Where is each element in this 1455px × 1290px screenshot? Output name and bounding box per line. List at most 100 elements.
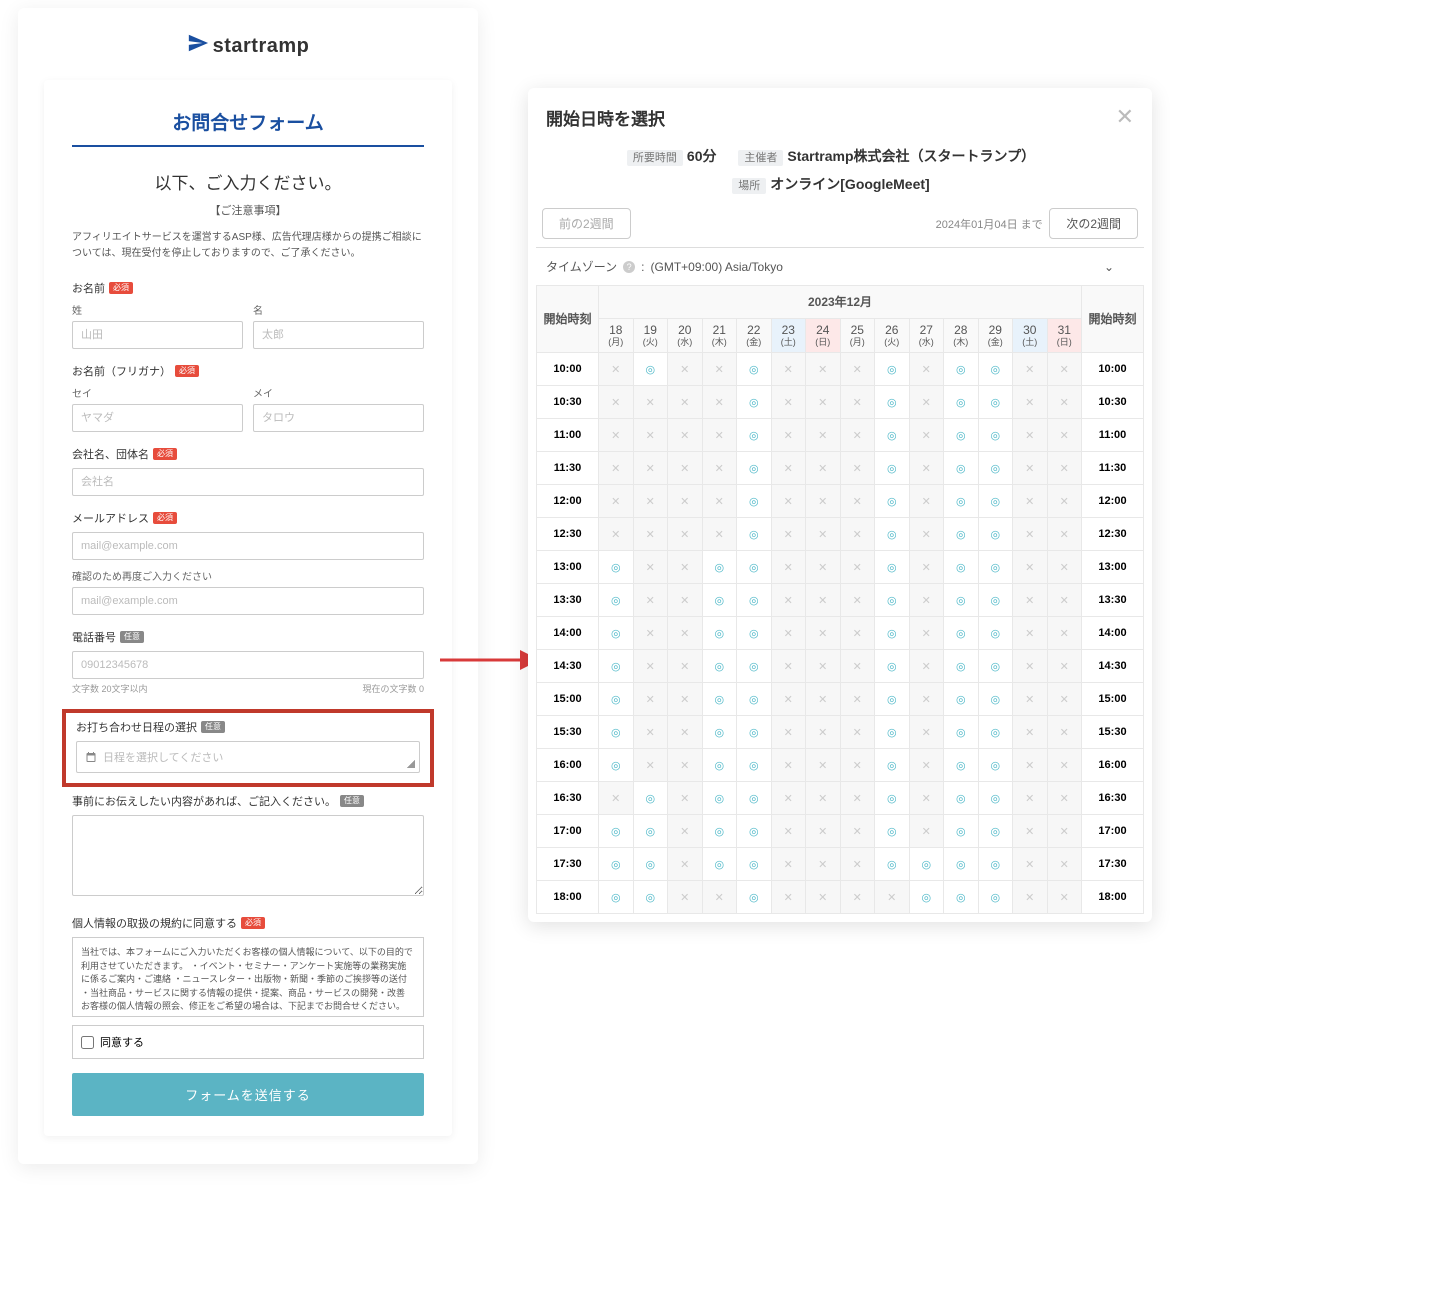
slot-available[interactable]: ◎ <box>702 551 737 584</box>
slot-available[interactable]: ◎ <box>944 815 979 848</box>
slot-available[interactable]: ◎ <box>702 683 737 716</box>
email-confirm-input[interactable] <box>72 587 424 615</box>
slot-available[interactable]: ◎ <box>599 749 634 782</box>
slot-available[interactable]: ◎ <box>978 485 1013 518</box>
date-picker-input[interactable]: 日程を選択してください <box>76 741 420 773</box>
submit-button[interactable]: フォームを送信する <box>72 1073 424 1116</box>
firstname-input[interactable] <box>253 321 424 349</box>
slot-available[interactable]: ◎ <box>702 650 737 683</box>
slot-available[interactable]: ◎ <box>875 716 910 749</box>
slot-available[interactable]: ◎ <box>875 848 910 881</box>
slot-available[interactable]: ◎ <box>875 815 910 848</box>
slot-available[interactable]: ◎ <box>599 683 634 716</box>
lastname-kana-input[interactable] <box>72 404 243 432</box>
slot-available[interactable]: ◎ <box>875 617 910 650</box>
slot-available[interactable]: ◎ <box>737 551 772 584</box>
lastname-input[interactable] <box>72 321 243 349</box>
slot-available[interactable]: ◎ <box>875 419 910 452</box>
slot-available[interactable]: ◎ <box>978 386 1013 419</box>
agree-checkbox[interactable] <box>81 1036 94 1049</box>
slot-available[interactable]: ◎ <box>909 881 944 914</box>
prev-weeks-button[interactable]: 前の2週間 <box>542 208 631 239</box>
slot-available[interactable]: ◎ <box>737 716 772 749</box>
timezone-select[interactable]: タイムゾーン ? : (GMT+09:00) Asia/Tokyo ⌄ <box>536 247 1144 285</box>
slot-available[interactable]: ◎ <box>978 815 1013 848</box>
slot-available[interactable]: ◎ <box>702 749 737 782</box>
slot-available[interactable]: ◎ <box>875 749 910 782</box>
slot-available[interactable]: ◎ <box>944 848 979 881</box>
slot-available[interactable]: ◎ <box>599 551 634 584</box>
slot-available[interactable]: ◎ <box>875 650 910 683</box>
slot-available[interactable]: ◎ <box>978 452 1013 485</box>
slot-available[interactable]: ◎ <box>875 683 910 716</box>
slot-available[interactable]: ◎ <box>875 386 910 419</box>
slot-available[interactable]: ◎ <box>633 353 668 386</box>
slot-available[interactable]: ◎ <box>944 782 979 815</box>
slot-available[interactable]: ◎ <box>737 650 772 683</box>
slot-available[interactable]: ◎ <box>944 551 979 584</box>
slot-available[interactable]: ◎ <box>599 716 634 749</box>
message-textarea[interactable] <box>72 815 424 896</box>
slot-available[interactable]: ◎ <box>978 683 1013 716</box>
slot-available[interactable]: ◎ <box>944 881 979 914</box>
slot-available[interactable]: ◎ <box>875 518 910 551</box>
privacy-text[interactable]: 当社では、本フォームにご入力いただくお客様の個人情報について、以下の目的で利用さ… <box>72 937 424 1017</box>
slot-available[interactable]: ◎ <box>875 452 910 485</box>
slot-available[interactable]: ◎ <box>944 716 979 749</box>
slot-available[interactable]: ◎ <box>702 815 737 848</box>
slot-available[interactable]: ◎ <box>737 683 772 716</box>
slot-available[interactable]: ◎ <box>978 881 1013 914</box>
email-input[interactable] <box>72 532 424 560</box>
slot-available[interactable]: ◎ <box>909 848 944 881</box>
slot-available[interactable]: ◎ <box>737 353 772 386</box>
company-input[interactable] <box>72 468 424 496</box>
slot-available[interactable]: ◎ <box>737 848 772 881</box>
close-icon[interactable]: ✕ <box>1116 104 1134 130</box>
slot-available[interactable]: ◎ <box>944 452 979 485</box>
slot-available[interactable]: ◎ <box>978 551 1013 584</box>
slot-available[interactable]: ◎ <box>944 584 979 617</box>
slot-available[interactable]: ◎ <box>737 485 772 518</box>
slot-available[interactable]: ◎ <box>978 782 1013 815</box>
slot-available[interactable]: ◎ <box>737 782 772 815</box>
slot-available[interactable]: ◎ <box>875 353 910 386</box>
slot-available[interactable]: ◎ <box>944 386 979 419</box>
slot-available[interactable]: ◎ <box>978 518 1013 551</box>
agree-row[interactable]: 同意する <box>72 1025 424 1059</box>
slot-available[interactable]: ◎ <box>737 881 772 914</box>
slot-available[interactable]: ◎ <box>978 716 1013 749</box>
slot-available[interactable]: ◎ <box>737 617 772 650</box>
slot-available[interactable]: ◎ <box>633 881 668 914</box>
slot-available[interactable]: ◎ <box>978 650 1013 683</box>
slot-available[interactable]: ◎ <box>599 584 634 617</box>
slot-available[interactable]: ◎ <box>702 617 737 650</box>
slot-available[interactable]: ◎ <box>944 419 979 452</box>
slot-available[interactable]: ◎ <box>875 485 910 518</box>
slot-available[interactable]: ◎ <box>737 749 772 782</box>
slot-available[interactable]: ◎ <box>944 683 979 716</box>
slot-available[interactable]: ◎ <box>944 749 979 782</box>
slot-available[interactable]: ◎ <box>978 848 1013 881</box>
slot-available[interactable]: ◎ <box>978 419 1013 452</box>
slot-available[interactable]: ◎ <box>875 551 910 584</box>
slot-available[interactable]: ◎ <box>875 584 910 617</box>
slot-available[interactable]: ◎ <box>978 617 1013 650</box>
slot-available[interactable]: ◎ <box>599 848 634 881</box>
slot-available[interactable]: ◎ <box>599 650 634 683</box>
slot-available[interactable]: ◎ <box>875 782 910 815</box>
slot-available[interactable]: ◎ <box>737 386 772 419</box>
slot-available[interactable]: ◎ <box>737 815 772 848</box>
slot-available[interactable]: ◎ <box>599 815 634 848</box>
slot-available[interactable]: ◎ <box>633 848 668 881</box>
slot-available[interactable]: ◎ <box>944 617 979 650</box>
next-weeks-button[interactable]: 次の2週間 <box>1049 208 1138 239</box>
slot-available[interactable]: ◎ <box>702 716 737 749</box>
slot-available[interactable]: ◎ <box>944 353 979 386</box>
slot-available[interactable]: ◎ <box>978 584 1013 617</box>
slot-available[interactable]: ◎ <box>978 749 1013 782</box>
slot-available[interactable]: ◎ <box>737 584 772 617</box>
slot-available[interactable]: ◎ <box>599 617 634 650</box>
slot-available[interactable]: ◎ <box>737 518 772 551</box>
slot-available[interactable]: ◎ <box>737 452 772 485</box>
slot-available[interactable]: ◎ <box>978 353 1013 386</box>
